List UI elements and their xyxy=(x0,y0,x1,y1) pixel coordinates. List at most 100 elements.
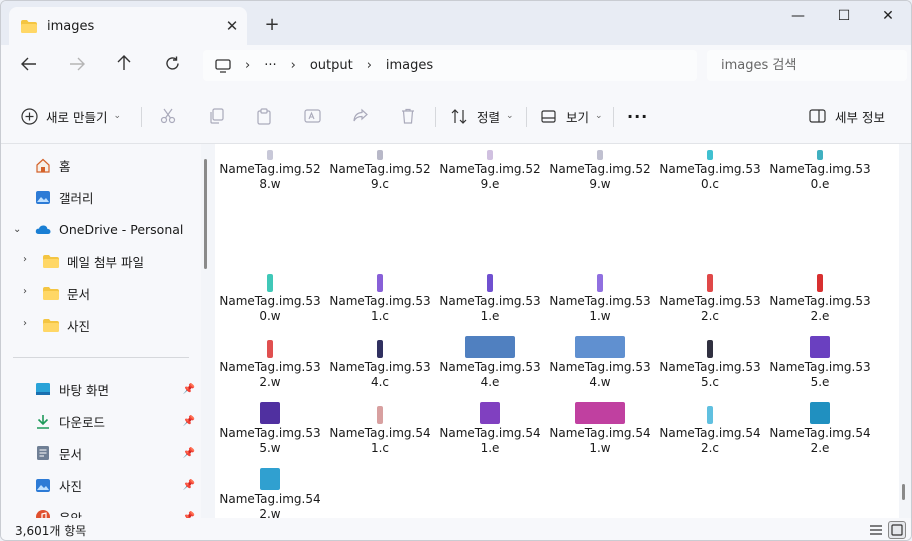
thumbnail-image xyxy=(480,402,500,424)
file-item[interactable]: NameTag.img.54 1.w xyxy=(545,398,655,456)
thumbnail-image xyxy=(575,402,625,424)
file-item[interactable]: NameTag.img.54 1.e xyxy=(435,398,545,456)
file-name: NameTag.img.52 xyxy=(219,162,321,176)
file-item[interactable]: NameTag.img.53 2.e xyxy=(765,266,875,324)
breadcrumb-ellipsis[interactable]: ··· xyxy=(264,58,276,73)
delete-button[interactable] xyxy=(393,101,423,131)
up-button[interactable] xyxy=(108,51,140,81)
sidebar-item-home[interactable]: 홈 xyxy=(35,150,71,180)
breadcrumb-output[interactable]: output xyxy=(310,58,353,73)
file-item[interactable]: NameTag.img.52 9.c xyxy=(325,144,435,192)
sidebar-scrollbar[interactable] xyxy=(204,159,207,269)
file-item[interactable]: NameTag.img.53 2.c xyxy=(655,266,765,324)
forward-button[interactable] xyxy=(61,51,93,81)
search-input[interactable]: images 검색 xyxy=(707,50,907,81)
thumbnail-image xyxy=(810,402,830,424)
close-tab-icon[interactable]: ✕ xyxy=(217,17,247,35)
address-bar[interactable]: › ··· › output › images xyxy=(203,50,697,81)
breadcrumb-images[interactable]: images xyxy=(386,58,433,73)
pin-icon[interactable]: 📌 xyxy=(183,480,195,491)
pin-icon[interactable]: 📌 xyxy=(183,416,195,427)
details-pane-button[interactable]: 세부 정보 xyxy=(809,101,885,131)
sidebar-item-downloads[interactable]: 다운로드 xyxy=(35,406,195,436)
file-item[interactable]: NameTag.img.53 0.w xyxy=(215,266,325,324)
rename-button[interactable] xyxy=(297,101,327,131)
file-item[interactable]: NameTag.img.53 4.c xyxy=(325,332,435,390)
large-icons-view-button[interactable] xyxy=(888,521,906,539)
content-scrollbar[interactable] xyxy=(902,484,905,500)
file-name-continued: 2.w xyxy=(259,507,281,518)
computer-icon[interactable] xyxy=(215,58,231,73)
chevron-down-icon: ⌄ xyxy=(113,111,122,121)
details-view-button[interactable] xyxy=(867,521,885,539)
file-item[interactable]: NameTag.img.53 1.e xyxy=(435,266,545,324)
file-item[interactable]: NameTag.img.53 5.c xyxy=(655,332,765,390)
file-name: NameTag.img.53 xyxy=(549,360,651,374)
sidebar-item-documents-onedrive[interactable]: 문서 xyxy=(43,278,90,308)
file-item[interactable]: NameTag.img.54 2.w xyxy=(215,464,325,518)
folder-icon xyxy=(21,19,37,33)
file-item[interactable]: NameTag.img.53 5.w xyxy=(215,398,325,456)
close-window-button[interactable]: ✕ xyxy=(865,1,911,33)
file-item[interactable]: NameTag.img.52 9.e xyxy=(435,144,545,192)
file-item[interactable]: NameTag.img.53 0.e xyxy=(765,144,875,192)
breadcrumb-separator[interactable]: › xyxy=(367,58,372,73)
share-button[interactable] xyxy=(345,101,375,131)
file-item[interactable]: NameTag.img.54 2.e xyxy=(765,398,875,456)
more-options-button[interactable]: ··· xyxy=(627,101,648,131)
file-name-continued: 2.w xyxy=(259,375,281,389)
sidebar-item-mail-attachments[interactable]: 메일 첨부 파일 xyxy=(43,246,144,276)
chevron-right-icon[interactable]: › xyxy=(23,286,27,297)
pin-icon[interactable]: 📌 xyxy=(183,448,195,459)
file-item[interactable]: NameTag.img.54 1.c xyxy=(325,398,435,456)
breadcrumb-separator[interactable]: › xyxy=(245,58,250,73)
maximize-button[interactable]: ☐ xyxy=(821,1,867,33)
image-thumbnail xyxy=(325,398,435,426)
thumbnail-image xyxy=(597,274,603,292)
file-item[interactable]: NameTag.img.53 5.e xyxy=(765,332,875,390)
breadcrumb-separator[interactable]: › xyxy=(291,58,296,73)
sidebar-item-gallery[interactable]: 갤러리 xyxy=(35,182,94,212)
view-button[interactable]: 보기 ⌄ xyxy=(541,101,603,131)
copy-button[interactable] xyxy=(201,101,231,131)
new-button[interactable]: 새로 만들기 ⌄ xyxy=(21,101,121,131)
sidebar-item-documents[interactable]: 문서 xyxy=(35,438,195,468)
cut-button[interactable] xyxy=(153,101,183,131)
paste-button[interactable] xyxy=(249,101,279,131)
view-label: 보기 xyxy=(566,109,590,125)
chevron-right-icon[interactable]: › xyxy=(23,254,27,265)
file-item[interactable]: NameTag.img.53 1.w xyxy=(545,266,655,324)
file-name: NameTag.img.53 xyxy=(219,360,321,374)
pin-icon[interactable]: 📌 xyxy=(183,384,195,395)
sidebar-item-label: 다운로드 xyxy=(59,414,106,430)
sort-button[interactable]: 정렬 ⌄ xyxy=(451,101,514,131)
file-item[interactable]: NameTag.img.53 0.c xyxy=(655,144,765,192)
music-icon xyxy=(35,509,51,518)
sidebar-item-desktop[interactable]: 바탕 화면 xyxy=(35,374,195,404)
file-item[interactable]: NameTag.img.53 2.w xyxy=(215,332,325,390)
file-item[interactable]: NameTag.img.52 8.w xyxy=(215,144,325,192)
chevron-down-icon: ⌄ xyxy=(506,111,514,121)
image-thumbnail xyxy=(215,398,325,426)
file-item[interactable]: NameTag.img.53 4.w xyxy=(545,332,655,390)
chevron-right-icon[interactable]: › xyxy=(23,318,27,329)
file-name: NameTag.img.53 xyxy=(329,294,431,308)
minimize-button[interactable]: — xyxy=(775,1,821,33)
back-button[interactable] xyxy=(13,51,45,81)
sidebar-item-music[interactable]: 음악 xyxy=(35,502,195,518)
image-thumbnail xyxy=(765,398,875,426)
sidebar-item-pictures-onedrive[interactable]: 사진 xyxy=(43,310,90,340)
sidebar-item-label: 갤러리 xyxy=(59,190,94,206)
file-name-continued: 2.e xyxy=(810,441,830,455)
file-name-continued: 4.c xyxy=(370,375,390,389)
tab-images[interactable]: images ✕ xyxy=(9,7,247,45)
chevron-down-icon[interactable]: ⌄ xyxy=(13,224,21,235)
new-tab-button[interactable]: + xyxy=(259,12,285,38)
file-item[interactable]: NameTag.img.52 9.w xyxy=(545,144,655,192)
sidebar-item-onedrive[interactable]: OneDrive - Personal xyxy=(35,214,183,244)
file-item[interactable]: NameTag.img.54 2.c xyxy=(655,398,765,456)
file-item[interactable]: NameTag.img.53 4.e xyxy=(435,332,545,390)
file-item[interactable]: NameTag.img.53 1.c xyxy=(325,266,435,324)
sidebar-item-pictures[interactable]: 사진 xyxy=(35,470,195,500)
refresh-button[interactable] xyxy=(156,51,188,81)
